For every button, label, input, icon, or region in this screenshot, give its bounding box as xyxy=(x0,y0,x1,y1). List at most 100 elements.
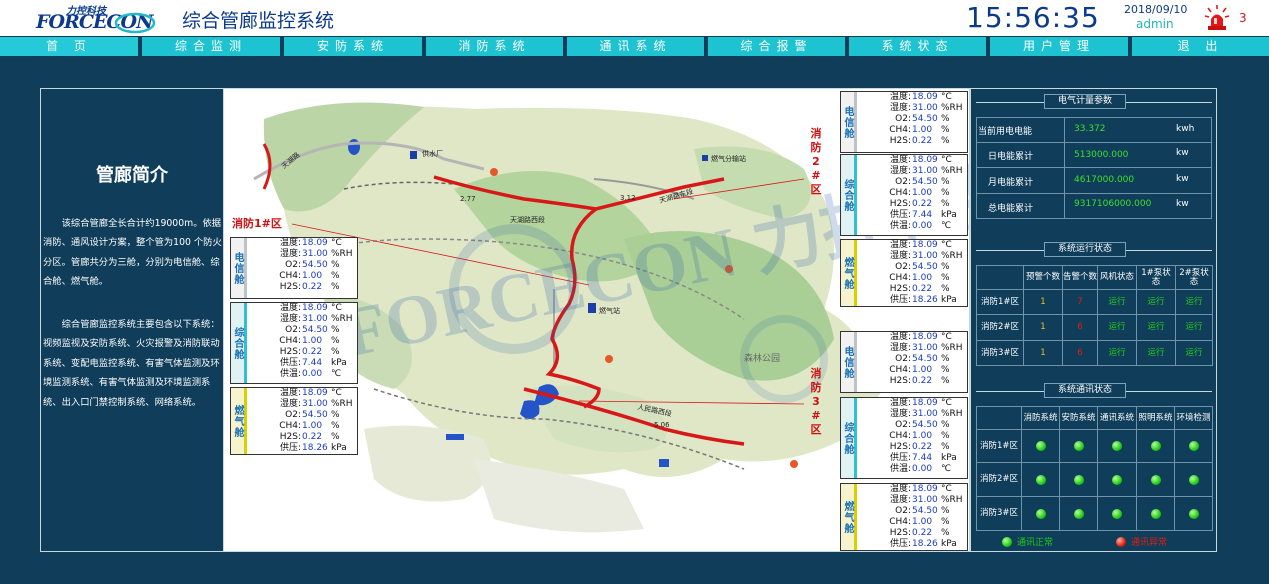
zone-label-2[interactable]: 消防 2 # 区 xyxy=(809,127,823,197)
sensor-value: 18.09 xyxy=(302,238,328,248)
zone-label-3[interactable]: 消防 3 # 区 xyxy=(809,367,823,437)
nav-exit[interactable]: 退 出 xyxy=(1132,37,1269,56)
sensor-value: 0.00 xyxy=(912,221,933,231)
legend-error-label: 通讯异常 xyxy=(1131,538,1168,548)
comm-status-cell[interactable] xyxy=(1059,429,1098,463)
sensor-value: 18.09 xyxy=(302,303,328,313)
sensor-value: 7.44 xyxy=(302,358,323,368)
current-user[interactable]: admin xyxy=(1136,17,1174,31)
sensor-label: 供压: xyxy=(889,295,911,305)
status-led-icon xyxy=(1112,441,1122,451)
alarm-siren-icon[interactable] xyxy=(1204,4,1230,32)
comm-status-cell[interactable] xyxy=(1136,429,1175,463)
sensor-card-zone3-integrated[interactable]: 综合舱 温度: 18.09 °C 湿度: 31.00 %RH O2: 54.50% CH4… xyxy=(840,397,968,479)
sensor-label: CH4: xyxy=(279,271,301,281)
comm-status-cell[interactable] xyxy=(1174,496,1213,531)
sensor-value: 0.22 xyxy=(912,199,933,209)
pump1-status[interactable]: 运行 xyxy=(1136,340,1176,366)
nav-communication[interactable]: 通讯系统 xyxy=(567,37,704,56)
comm-status-cell[interactable] xyxy=(1174,462,1213,497)
sensor-card-zone1-telecom[interactable]: 电信舱 温度: 18.09 °C 湿度: 31.00 %RH O2: 54.50% CH4… xyxy=(230,237,358,299)
comm-header-cell: 照明系统 xyxy=(1136,406,1175,430)
comm-status-title: 系统通讯状态 xyxy=(1044,383,1126,398)
comm-status-cell[interactable] xyxy=(1136,496,1175,531)
nav-fire[interactable]: 消防系统 xyxy=(426,37,563,56)
sensor-unit: °C xyxy=(941,92,952,102)
comm-status-cell[interactable] xyxy=(1097,429,1137,463)
company-logo: 力控科技 FORCECON xyxy=(36,2,156,34)
sensor-value: 18.09 xyxy=(912,398,938,408)
sensor-card-zone1-gas[interactable]: 燃气舱 温度: 18.09 °C 湿度: 31.00 %RH O2: 54.50% CH4… xyxy=(230,387,358,455)
comm-status-cell[interactable] xyxy=(1021,429,1060,463)
energy-unit: kw xyxy=(1176,148,1189,158)
sensor-label: 温度: xyxy=(279,303,301,313)
zone-char: # xyxy=(811,169,821,182)
sensor-value: 18.09 xyxy=(912,92,938,102)
comm-status-cell[interactable] xyxy=(1097,496,1137,531)
nav-system-status[interactable]: 系统状态 xyxy=(849,37,986,56)
sensor-label: 湿度: xyxy=(279,249,301,259)
nav-security[interactable]: 安防系统 xyxy=(284,37,422,56)
sensor-label: O2: xyxy=(895,506,911,516)
comm-status-cell[interactable] xyxy=(1097,462,1137,497)
sensor-card-zone2-integrated[interactable]: 综合舱 温度: 18.09 °C 湿度: 31.00 %RH O2: 54.50% CH4… xyxy=(840,154,968,236)
pump2-status[interactable]: 运行 xyxy=(1175,289,1213,315)
sensor-card-zone2-telecom[interactable]: 电信舱 温度: 18.09 °C 湿度: 31.00 %RH O2: 54.50% CH4… xyxy=(840,91,968,153)
comm-status-cell[interactable] xyxy=(1136,462,1175,497)
sensor-unit: ℃ xyxy=(941,464,952,474)
zone-label-1[interactable]: 消防1#区 xyxy=(232,215,282,231)
sensor-unit: % xyxy=(941,188,950,198)
sensor-label: 湿度: xyxy=(889,495,911,505)
comm-status-cell[interactable] xyxy=(1174,429,1213,463)
distance-label: 2.77 xyxy=(460,195,476,203)
energy-label: 日电能累计 xyxy=(988,152,1034,162)
logo-swoosh-icon xyxy=(114,12,156,34)
run-zone-label: 消防2#区 xyxy=(976,314,1024,341)
sensor-card-zone1-integrated[interactable]: 综合舱 温度: 18.09 °C 湿度: 31.00 %RH O2: 54.50% CH4… xyxy=(230,302,358,384)
fan-status[interactable]: 运行 xyxy=(1097,314,1137,341)
sensor-label: 供压: xyxy=(889,539,911,549)
fan-status[interactable]: 运行 xyxy=(1097,340,1137,366)
pump2-status[interactable]: 运行 xyxy=(1175,340,1213,366)
sensor-label: CH4: xyxy=(889,431,911,441)
zone-char: 2 xyxy=(812,155,820,168)
sensor-unit: %RH xyxy=(941,251,963,261)
sensor-unit: % xyxy=(331,421,340,431)
comm-status-cell[interactable] xyxy=(1059,496,1098,531)
nav-home[interactable]: 首 页 xyxy=(0,37,138,56)
energy-value: 513000.000 xyxy=(1074,150,1129,160)
status-led-icon xyxy=(1188,441,1199,451)
comm-status-cell[interactable] xyxy=(1021,462,1060,497)
sensor-label: 湿度: xyxy=(279,314,301,324)
clock-time: 15:56:35 xyxy=(966,1,1100,34)
sensor-label: 温度: xyxy=(889,398,911,408)
pump1-status[interactable]: 运行 xyxy=(1136,289,1176,315)
sensor-unit: %RH xyxy=(941,166,963,176)
sensor-value: 54.50 xyxy=(912,262,938,272)
fan-status[interactable]: 运行 xyxy=(1097,289,1137,315)
comm-status-cell[interactable] xyxy=(1021,496,1060,531)
legend-error-led-icon xyxy=(1116,537,1126,547)
row-divider xyxy=(976,142,1212,143)
app-title: 综合管廊监控系统 xyxy=(182,10,335,32)
sensor-label: H2S: xyxy=(889,284,911,294)
sensor-unit: % xyxy=(941,506,950,516)
sensor-card-zone3-telecom[interactable]: 电信舱 温度: 18.09 °C 湿度: 31.00 %RH O2: 54.50% CH4… xyxy=(840,331,968,393)
pump2-status[interactable]: 运行 xyxy=(1175,314,1213,341)
sensor-label: O2: xyxy=(895,262,911,272)
pump1-status[interactable]: 运行 xyxy=(1136,314,1176,341)
sensor-value: 18.26 xyxy=(302,443,328,453)
place-label: 森林公园 xyxy=(744,352,780,364)
comm-status-cell[interactable] xyxy=(1059,462,1098,497)
overview-paragraph-1: 该综合管廊全长合计约19000m。依据消防、通风设计方案，整个管为100 个防火… xyxy=(43,218,222,288)
sensor-unit: °C xyxy=(941,240,952,250)
sensor-card-zone3-gas[interactable]: 燃气舱 温度: 18.09 °C 湿度: 31.00 %RH O2: 54.50% CH4… xyxy=(840,483,968,551)
comm-header-cell: 通讯系统 xyxy=(1097,406,1137,430)
zone-char: 防 xyxy=(810,141,822,154)
status-led-icon xyxy=(1035,474,1046,485)
nav-user-management[interactable]: 用户管理 xyxy=(990,37,1128,56)
nav-alarm[interactable]: 综合报警 xyxy=(708,37,845,56)
zone-char: 3 xyxy=(812,395,820,408)
nav-integrated-monitoring[interactable]: 综合监测 xyxy=(142,37,280,56)
sensor-card-zone2-gas[interactable]: 燃气舱 温度: 18.09 °C 湿度: 31.00 %RH O2: 54.50% CH4… xyxy=(840,239,968,307)
